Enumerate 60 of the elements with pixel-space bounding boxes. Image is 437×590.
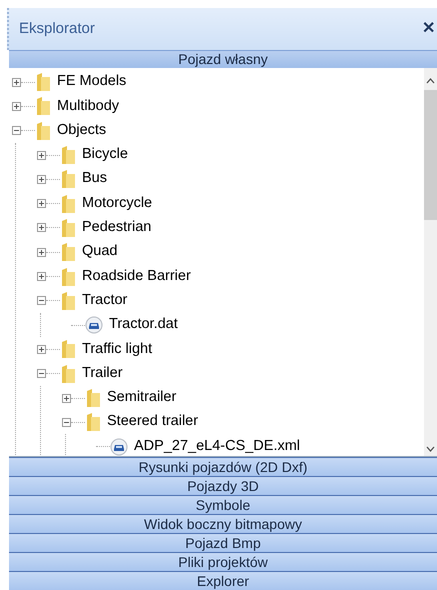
tree-item[interactable]: Trailer	[82, 362, 123, 385]
expand-icon[interactable]	[36, 223, 46, 232]
section-header[interactable]: Pojazd Bmp	[9, 533, 437, 552]
tree-item[interactable]: Tractor.dat	[109, 314, 178, 336]
tree-item[interactable]: Objects	[57, 120, 106, 142]
car-icon	[85, 316, 103, 334]
collapse-icon[interactable]	[36, 369, 46, 378]
collapse-icon[interactable]	[12, 126, 20, 136]
section-header[interactable]: Pojazdy 3D	[9, 476, 437, 495]
scroll-down-icon[interactable]	[426, 446, 435, 452]
section-header[interactable]: Pojazd własny	[9, 50, 437, 68]
section-header[interactable]: Widok boczny bitmapowy	[9, 514, 437, 533]
folder-icon	[35, 120, 51, 141]
tree-item[interactable]: Traffic light	[82, 338, 152, 360]
tree-item[interactable]: ADP_27_eL4-CS_DE.xml	[134, 436, 300, 456]
folder-icon	[60, 242, 76, 262]
expand-icon[interactable]	[36, 344, 46, 354]
tree-item[interactable]: Quad	[82, 241, 118, 264]
close-button[interactable]: ✕	[422, 17, 435, 41]
tree-item[interactable]: Motorcycle	[82, 192, 152, 214]
folder-icon	[60, 266, 76, 287]
folder-icon	[35, 72, 51, 92]
folder-icon	[35, 96, 51, 116]
expand-icon[interactable]	[36, 272, 46, 282]
expand-icon[interactable]	[62, 394, 70, 402]
folder-icon	[85, 412, 101, 432]
folder-icon	[60, 169, 76, 190]
scroll-up-icon[interactable]	[426, 78, 435, 84]
tree-item[interactable]: Multibody	[57, 96, 120, 118]
folder-icon	[60, 218, 76, 238]
collapse-icon[interactable]	[62, 418, 70, 427]
section-header[interactable]: Rysunki pojazdów (2D Dxf)	[9, 457, 437, 476]
folder-icon	[60, 194, 76, 214]
folder-icon	[60, 145, 76, 166]
panel-title: Eksplorator	[19, 18, 95, 39]
scrollbar[interactable]	[424, 68, 437, 456]
tree-item[interactable]: Bicycle	[82, 144, 128, 166]
section-header[interactable]: Explorer	[9, 571, 437, 590]
expand-icon[interactable]	[12, 78, 20, 87]
folder-icon	[60, 339, 76, 360]
expand-icon[interactable]	[36, 150, 46, 160]
tree-item[interactable]: Steered trailer	[107, 411, 198, 434]
section-header[interactable]: Symbole	[9, 495, 437, 514]
folder-icon	[60, 290, 76, 311]
section-header[interactable]: Pliki projektów	[9, 552, 437, 571]
tree-item[interactable]: Tractor	[82, 290, 128, 312]
folder-icon	[85, 388, 101, 408]
car-icon	[110, 438, 128, 456]
tree-item[interactable]: Pedestrian	[82, 217, 152, 239]
tree-item[interactable]: Roadside Barrier	[82, 266, 191, 288]
collapse-icon[interactable]	[36, 296, 46, 306]
tree-item[interactable]: Bus	[82, 168, 107, 190]
expand-icon[interactable]	[36, 248, 46, 257]
folder-icon	[60, 364, 76, 384]
scroll-thumb[interactable]	[424, 90, 437, 220]
expand-icon[interactable]	[36, 199, 46, 208]
expand-icon[interactable]	[36, 174, 46, 184]
tree-item[interactable]: FE Models	[57, 71, 126, 94]
tree-item[interactable]: Semitrailer	[107, 387, 176, 409]
expand-icon[interactable]	[12, 102, 20, 111]
